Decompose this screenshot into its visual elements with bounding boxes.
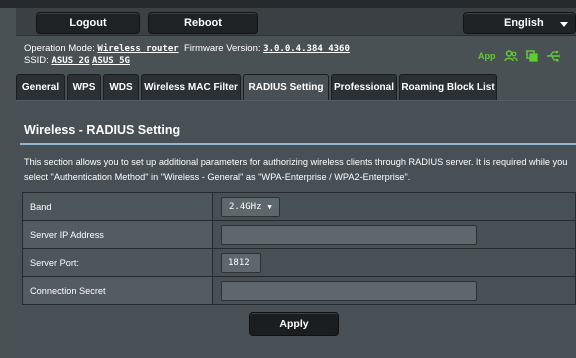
server-port-row: Server Port:: [22, 248, 576, 277]
page-description: This section allows you to set up additi…: [24, 157, 568, 182]
title-divider: [20, 143, 576, 145]
page-title: Wireless - RADIUS Setting: [24, 123, 181, 137]
top-strip: [0, 0, 576, 8]
tab-bar: General WPS WDS Wireless MAC Filter RADI…: [16, 74, 497, 100]
status-icons: App: [478, 49, 560, 63]
apply-button[interactable]: Apply: [249, 312, 339, 336]
caret-down-icon: [560, 22, 568, 27]
firmware-link[interactable]: 3.0.0.4.384_4360: [263, 44, 350, 54]
tab-wds[interactable]: WDS: [103, 74, 139, 100]
tab-wireless-mac-filter[interactable]: Wireless MAC Filter: [141, 74, 241, 100]
server-ip-label: Server IP Address: [22, 220, 213, 249]
tab-radius-setting[interactable]: RADIUS Setting: [243, 74, 329, 100]
connection-secret-row: Connection Secret: [22, 276, 576, 305]
usb-icon[interactable]: [546, 50, 560, 62]
tab-professional[interactable]: Professional: [331, 74, 397, 100]
band-label: Band: [22, 192, 213, 221]
band-cell: 2.4GHz ▼: [212, 192, 576, 221]
language-label: English: [504, 17, 544, 29]
users-icon[interactable]: [503, 50, 518, 62]
copy-icon[interactable]: [525, 50, 538, 62]
server-ip-row: Server IP Address: [22, 220, 576, 249]
ssid-5g-link[interactable]: ASUS_5G: [92, 56, 130, 66]
operation-mode-link[interactable]: Wireless router: [97, 44, 178, 54]
top-bar: Logout Reboot English: [16, 8, 576, 36]
reboot-button[interactable]: Reboot: [148, 12, 258, 34]
operation-mode-label: Operation Mode:: [24, 43, 95, 54]
ssid-label: SSID:: [24, 55, 49, 66]
server-port-label: Server Port:: [22, 248, 213, 277]
server-ip-cell: [212, 220, 576, 249]
server-ip-input[interactable]: [221, 225, 477, 245]
connection-secret-cell: [212, 276, 576, 305]
server-port-cell: [212, 248, 576, 277]
tab-general[interactable]: General: [16, 74, 65, 100]
status-info: Operation Mode: Wireless router Firmware…: [24, 43, 350, 67]
caret-down-icon: ▼: [267, 203, 272, 211]
connection-secret-label: Connection Secret: [22, 276, 213, 305]
radius-settings-table: Band 2.4GHz ▼ Server IP Address Server P…: [22, 192, 576, 305]
band-select[interactable]: 2.4GHz ▼: [221, 197, 280, 217]
tab-roaming-block-list[interactable]: Roaming Block List: [399, 74, 497, 100]
app-link[interactable]: App: [478, 51, 496, 61]
language-select[interactable]: English: [463, 12, 576, 34]
server-port-input[interactable]: [221, 253, 261, 273]
logout-button[interactable]: Logout: [36, 12, 140, 34]
band-value: 2.4GHz: [229, 202, 262, 212]
tab-wps[interactable]: WPS: [67, 74, 101, 100]
ssid-2g-link[interactable]: ASUS_2G: [51, 56, 89, 66]
settings-panel: Wireless - RADIUS Setting This section a…: [16, 100, 576, 358]
firmware-label: Firmware Version:: [183, 43, 261, 54]
connection-secret-input[interactable]: [221, 281, 477, 301]
band-row: Band 2.4GHz ▼: [22, 192, 576, 221]
